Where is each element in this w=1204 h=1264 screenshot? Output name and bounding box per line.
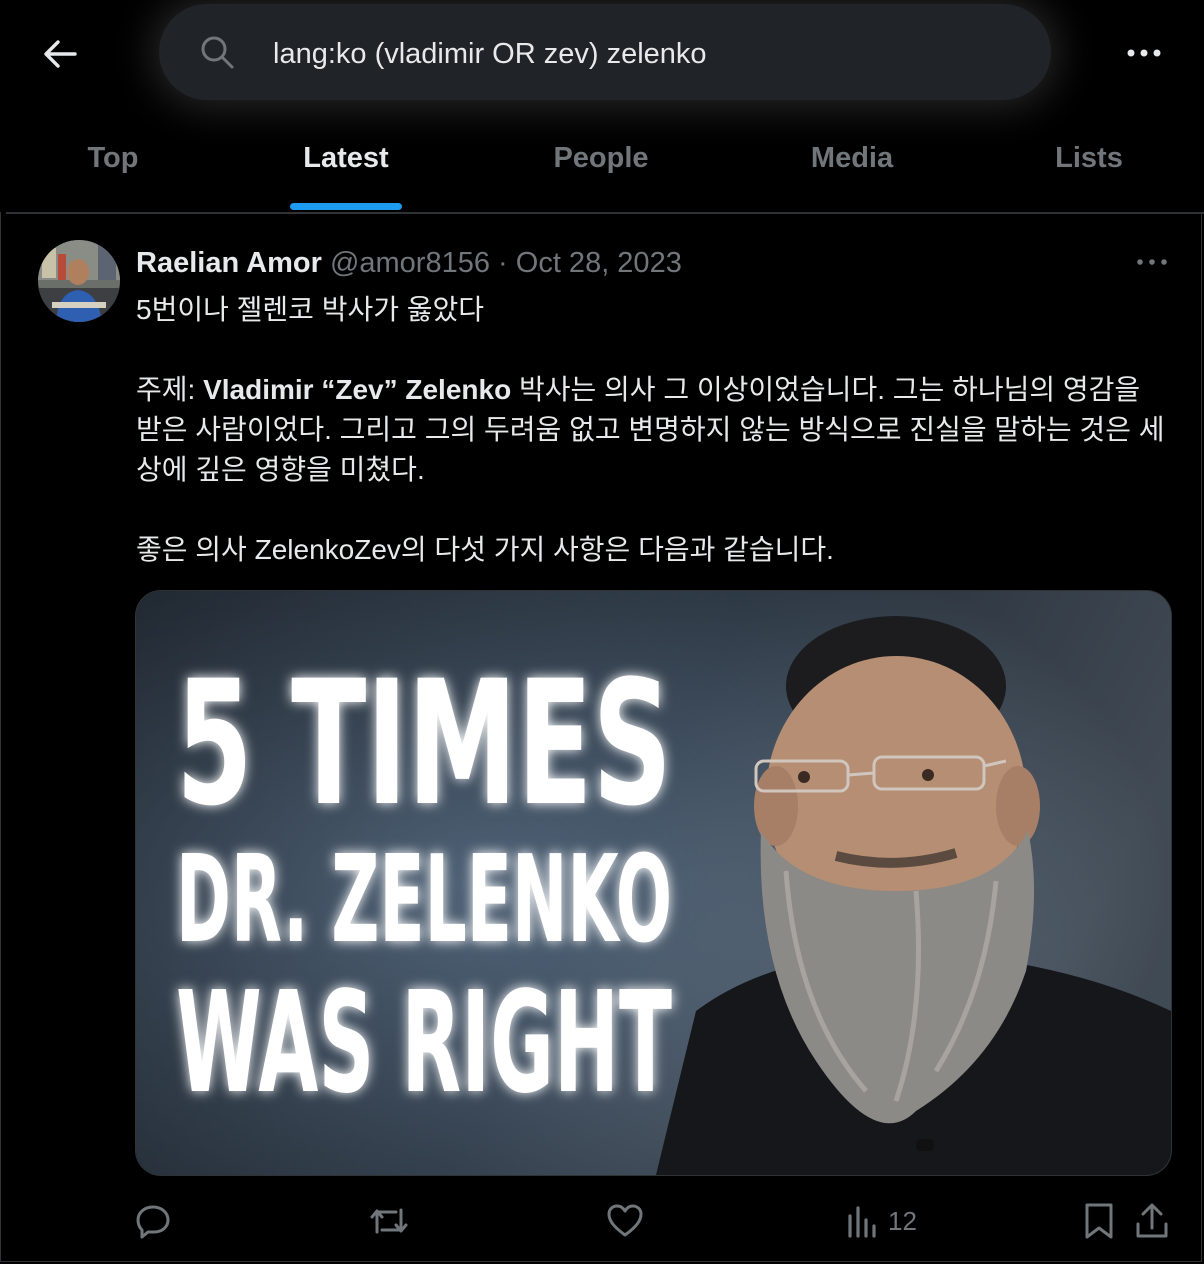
tweet-paragraph-2: 주제: Vladimir “Zev” Zelenko 박사는 의사 그 이상이었… — [136, 370, 1166, 490]
views-button[interactable]: 12 — [846, 1196, 917, 1246]
more-options-button[interactable] — [1122, 36, 1166, 70]
like-icon — [607, 1204, 643, 1237]
search-bar[interactable] — [159, 4, 1051, 100]
tab-label: Top — [87, 142, 139, 174]
reply-button[interactable] — [134, 1196, 172, 1246]
tab-top[interactable]: Top — [60, 124, 166, 212]
tab-label: Latest — [303, 142, 389, 174]
back-arrow-icon — [44, 40, 77, 68]
bookmark-button[interactable] — [1082, 1196, 1116, 1246]
tweet-more-button[interactable] — [1132, 250, 1172, 274]
tab-latest[interactable]: Latest — [262, 124, 430, 212]
retweet-button[interactable] — [368, 1196, 410, 1246]
share-icon — [1136, 1203, 1168, 1238]
tweet-actions: 12 — [0, 1196, 1204, 1246]
topic-bold-name: Vladimir “Zev” Zelenko — [203, 374, 512, 405]
retweet-icon — [370, 1208, 408, 1234]
search-input[interactable] — [273, 34, 973, 74]
media-caption-line-1: 5 TIMES — [176, 643, 672, 844]
separator: · — [498, 247, 508, 279]
tab-people[interactable]: People — [534, 124, 668, 212]
tab-label: Lists — [1055, 142, 1123, 174]
media-caption-line-2: DR. ZELENKO — [176, 831, 672, 970]
back-button[interactable] — [38, 34, 82, 74]
tweet-paragraph-3: 좋은 의사 ZelenkoZev의 다섯 가지 사항은 다음과 같습니다. — [136, 534, 834, 565]
media-caption-line-3: WAS RIGHT — [176, 962, 672, 1125]
like-button[interactable] — [606, 1196, 644, 1246]
tab-label: Media — [810, 142, 894, 174]
avatar[interactable] — [38, 240, 120, 322]
tweet[interactable]: Raelian Amor @amor8156 · Oct 28, 2023 5번… — [0, 216, 1204, 1264]
tweet-line-1: 5번이나 젤렌코 박사가 옳았다 — [136, 294, 485, 325]
tweet-date[interactable]: Oct 28, 2023 — [516, 247, 682, 279]
tweet-header: Raelian Amor @amor8156 · Oct 28, 2023 — [136, 246, 682, 280]
bookmark-icon — [1085, 1203, 1113, 1239]
views-count: 12 — [888, 1205, 917, 1236]
views-icon — [848, 1206, 876, 1238]
share-button[interactable] — [1134, 1196, 1170, 1246]
header-divider — [6, 212, 1204, 214]
reply-icon — [136, 1205, 170, 1239]
tab-label: People — [553, 142, 649, 174]
author-handle[interactable]: @amor8156 — [330, 247, 490, 279]
tweet-media-image[interactable]: 5 TIMES DR. ZELENKO WAS RIGHT — [135, 590, 1172, 1176]
tweet-text: 5번이나 젤렌코 박사가 옳았다 주제: Vladimir “Zev” Zele… — [136, 290, 1166, 570]
search-header: Top Latest People Media Lists — [0, 0, 1204, 212]
topic-prefix: 주제: — [136, 374, 204, 405]
search-tabs: Top Latest People Media Lists — [0, 124, 1204, 212]
tab-lists[interactable]: Lists — [1040, 124, 1138, 212]
active-tab-indicator — [290, 203, 402, 210]
more-icon — [1127, 49, 1161, 57]
author-name[interactable]: Raelian Amor — [136, 247, 322, 279]
search-icon — [201, 36, 234, 69]
tab-media[interactable]: Media — [790, 124, 914, 212]
more-icon — [1137, 259, 1167, 265]
